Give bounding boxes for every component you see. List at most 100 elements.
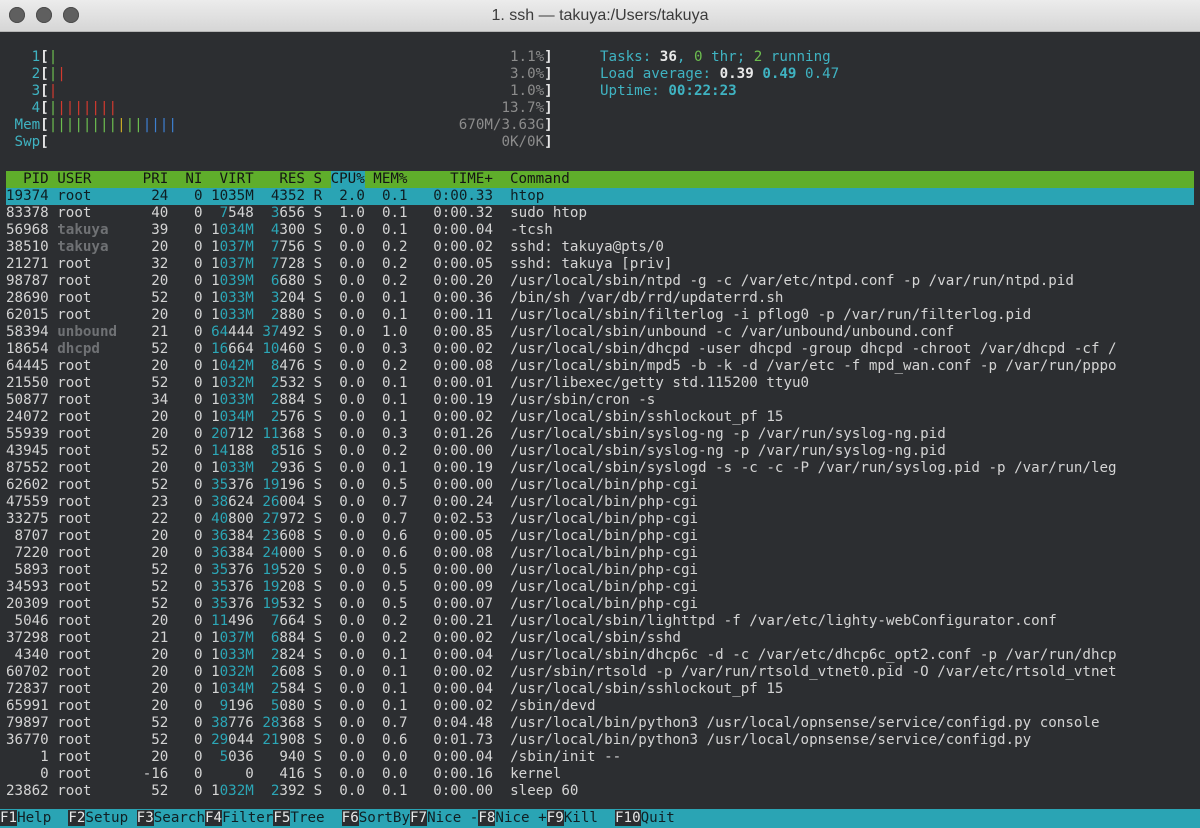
- load-average-line: Load average: 0.39 0.49 0.47: [600, 66, 840, 82]
- process-row[interactable]: 72837 root 20 0 1034M 2584 S 0.0 0.1 0:0…: [6, 681, 783, 698]
- pid-cell: 50877: [6, 392, 49, 408]
- function-key-nice[interactable]: F8Nice +: [478, 809, 547, 828]
- virt-cell: 1033M: [211, 290, 254, 306]
- function-key-quit[interactable]: F10Quit: [615, 809, 692, 828]
- function-key-setup[interactable]: F2Setup: [68, 809, 136, 828]
- command-cell: /usr/local/sbin/sshd: [510, 630, 681, 646]
- user-cell: root: [57, 715, 92, 731]
- process-row[interactable]: 21550 root 52 0 1032M 2532 S 0.0 0.1 0:0…: [6, 375, 809, 392]
- process-row[interactable]: 55939 root 20 0 20712 11368 S 0.0 0.3 0:…: [6, 426, 946, 443]
- process-row[interactable]: 83378 root 40 0 7548 3656 S 1.0 0.1 0:00…: [6, 205, 587, 222]
- command-cell: /usr/local/bin/php-cgi: [510, 494, 699, 510]
- time-cell: 0:00.02: [433, 409, 494, 425]
- virt-cell: 35376: [211, 477, 254, 493]
- pid-cell: 5893: [14, 562, 49, 578]
- command-cell: /usr/local/sbin/unbound -c /var/unbound/…: [510, 324, 955, 340]
- command-cell: sudo htop: [510, 205, 587, 221]
- process-row[interactable]: 33275 root 22 0 40800 27972 S 0.0 0.7 0:…: [6, 511, 698, 528]
- function-key-tree[interactable]: F5Tree: [273, 809, 341, 828]
- process-row[interactable]: 5046 root 20 0 11496 7664 S 0.0 0.2 0:00…: [6, 613, 1057, 630]
- mem-cell: 0.5: [381, 596, 408, 612]
- function-key-kill[interactable]: F9Kill: [546, 809, 615, 828]
- cpu-cell: 0.0: [339, 324, 365, 340]
- nice-cell: 0: [193, 528, 203, 544]
- process-row[interactable]: 43945 root 52 0 14188 8516 S 0.0 0.2 0:0…: [6, 443, 946, 460]
- process-row[interactable]: 19374 root 24 0 1035M 4352 R 2.0 0.1 0:0…: [6, 188, 544, 205]
- process-row[interactable]: 62602 root 52 0 35376 19196 S 0.0 0.5 0:…: [6, 477, 698, 494]
- process-row[interactable]: 24072 root 20 0 1034M 2576 S 0.0 0.1 0:0…: [6, 409, 783, 426]
- process-row[interactable]: 7220 root 20 0 36384 24000 S 0.0 0.6 0:0…: [6, 545, 698, 562]
- function-key-help[interactable]: F1Help: [0, 809, 68, 828]
- priority-cell: 23: [151, 494, 169, 510]
- virt-cell: 11496: [211, 613, 254, 629]
- priority-cell: 39: [151, 222, 169, 238]
- process-row[interactable]: 23862 root 52 0 1032M 2392 S 0.0 0.1 0:0…: [6, 783, 578, 800]
- user-cell: root: [57, 681, 92, 697]
- htop-screen[interactable]: 1[| 1.1%] 2[|| 3.0%] 3[| 1.0%] 4[|||||||…: [0, 32, 1200, 828]
- process-row[interactable]: 60702 root 20 0 1032M 2608 S 0.0 0.1 0:0…: [6, 664, 1117, 681]
- process-row[interactable]: 5893 root 52 0 35376 19520 S 0.0 0.5 0:0…: [6, 562, 698, 579]
- process-row[interactable]: 47559 root 23 0 38624 26004 S 0.0 0.7 0:…: [6, 494, 698, 511]
- function-key-nice[interactable]: F7Nice -: [410, 809, 478, 828]
- function-key-bar: F1Help F2Setup F3Search F4Filter F5Tree F6…: [0, 809, 1200, 828]
- command-cell: sshd: takuya@pts/0: [510, 239, 664, 255]
- state-cell: S: [313, 426, 323, 442]
- process-row[interactable]: 38510 takuya 20 0 1037M 7756 S 0.0 0.2 0…: [6, 239, 664, 256]
- process-row[interactable]: 21271 root 32 0 1037M 7728 S 0.0 0.2 0:0…: [6, 256, 672, 273]
- process-row[interactable]: 98787 root 20 0 1039M 6680 S 0.0 0.2 0:0…: [6, 273, 1074, 290]
- res-cell: 19196: [262, 477, 306, 493]
- cpu-cell: 2.0: [339, 188, 365, 204]
- virt-cell: 36384: [211, 545, 254, 561]
- pid-cell: 72837: [6, 681, 49, 697]
- process-row[interactable]: 58394 unbound 21 0 64444 37492 S 0.0 1.0…: [6, 324, 954, 341]
- process-row[interactable]: 87552 root 20 0 1033M 2936 S 0.0 0.1 0:0…: [6, 460, 1117, 477]
- process-row[interactable]: 28690 root 52 0 1033M 3204 S 0.0 0.1 0:0…: [6, 290, 783, 307]
- column-headers[interactable]: PID USER PRI NI VIRT RES S CPU% MEM% TIM…: [6, 171, 570, 188]
- virt-cell: 29044: [211, 732, 254, 748]
- function-key-filter[interactable]: F4Filter: [205, 809, 273, 828]
- nice-cell: 0: [193, 239, 203, 255]
- process-row[interactable]: 18654 dhcpd 52 0 16664 10460 S 0.0 0.3 0…: [6, 341, 1117, 358]
- time-cell: 0:00.11: [433, 307, 494, 323]
- mem-cell: 0.0: [381, 749, 408, 765]
- res-cell: 26004: [262, 494, 306, 510]
- virt-cell: 1033M: [211, 307, 254, 323]
- state-cell: S: [313, 596, 323, 612]
- res-cell: 11368: [262, 426, 306, 442]
- process-row[interactable]: 1 root 20 0 5036 940 S 0.0 0.0 0:00.04 /…: [6, 749, 621, 766]
- process-row[interactable]: 0 root -16 0 0 416 S 0.0 0.0 0:00.16 ker…: [6, 766, 561, 783]
- user-cell: root: [57, 477, 92, 493]
- process-row[interactable]: 79897 root 52 0 38776 28368 S 0.0 0.7 0:…: [6, 715, 1099, 732]
- priority-cell: 52: [151, 579, 169, 595]
- function-key-search[interactable]: F3Search: [136, 809, 205, 828]
- process-row[interactable]: 50877 root 34 0 1033M 2884 S 0.0 0.1 0:0…: [6, 392, 655, 409]
- mem-cell: 0.1: [381, 205, 408, 221]
- process-row[interactable]: 37298 root 21 0 1037M 6884 S 0.0 0.2 0:0…: [6, 630, 681, 647]
- process-row[interactable]: 65991 root 20 0 9196 5080 S 0.0 0.1 0:00…: [6, 698, 596, 715]
- function-key-sortby[interactable]: F6SortBy: [341, 809, 410, 828]
- process-row[interactable]: 36770 root 52 0 29044 21908 S 0.0 0.6 0:…: [6, 732, 1031, 749]
- title-bar[interactable]: 1. ssh — takuya:/Users/takuya: [0, 0, 1200, 32]
- process-row[interactable]: 8707 root 20 0 36384 23608 S 0.0 0.6 0:0…: [6, 528, 698, 545]
- nice-cell: 0: [193, 256, 203, 272]
- priority-cell: 20: [151, 749, 169, 765]
- user-cell: root: [57, 375, 92, 391]
- priority-cell: 20: [151, 358, 169, 374]
- virt-cell: 20712: [211, 426, 254, 442]
- state-cell: S: [313, 511, 323, 527]
- process-row[interactable]: 4340 root 20 0 1033M 2824 S 0.0 0.1 0:00…: [6, 647, 1117, 664]
- process-row[interactable]: 64445 root 20 0 1042M 8476 S 0.0 0.2 0:0…: [6, 358, 1117, 375]
- cpu-cell: 0.0: [339, 460, 365, 476]
- nice-cell: 0: [193, 460, 203, 476]
- virt-cell: 1032M: [211, 783, 254, 799]
- time-cell: 0:00.02: [433, 698, 494, 714]
- virt-cell: 1034M: [211, 681, 254, 697]
- nice-cell: 0: [193, 630, 203, 646]
- priority-cell: 52: [151, 341, 169, 357]
- process-row[interactable]: 56968 takuya 39 0 1034M 4300 S 0.0 0.1 0…: [6, 222, 553, 239]
- time-cell: 0:00.02: [433, 239, 494, 255]
- process-row[interactable]: 62015 root 20 0 1033M 2880 S 0.0 0.1 0:0…: [6, 307, 1031, 324]
- cpu-column-header[interactable]: CPU%: [331, 171, 365, 187]
- process-row[interactable]: 20309 root 52 0 35376 19532 S 0.0 0.5 0:…: [6, 596, 698, 613]
- process-row[interactable]: 34593 root 52 0 35376 19208 S 0.0 0.5 0:…: [6, 579, 698, 596]
